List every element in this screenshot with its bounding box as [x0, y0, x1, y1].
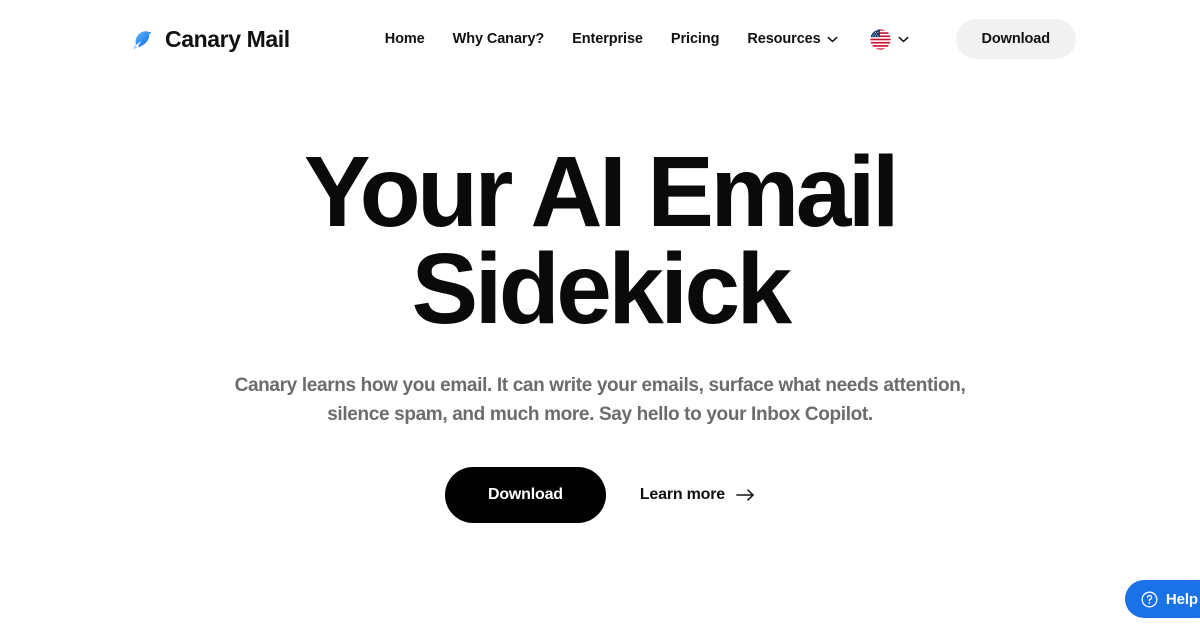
us-flag-icon	[869, 28, 891, 50]
language-selector[interactable]	[869, 28, 909, 50]
hero-actions: Download Learn more	[0, 466, 1200, 523]
nav-item-label: Why Canary?	[452, 31, 545, 47]
header-download-button[interactable]: Download	[955, 19, 1076, 59]
nav-item-pricing[interactable]: Pricing	[670, 31, 720, 47]
hero-subtitle-line-2: silence spam, and much more. Say hello t…	[327, 403, 873, 425]
nav-item-label: Pricing	[670, 31, 720, 47]
site-header: Canary Mail Home Why Canary? Enterprise …	[0, 0, 1200, 78]
nav-item-label: Enterprise	[572, 31, 643, 47]
learn-more-link[interactable]: Learn more	[640, 486, 755, 504]
nav-item-resources[interactable]: Resources	[747, 31, 838, 47]
hero-title-line-2: Sidekick	[411, 233, 792, 345]
brand-logo-link[interactable]: Canary Mail	[128, 26, 290, 53]
nav-item-label: Home	[384, 31, 425, 47]
hero-subtitle-line-1: Canary learns how you email. It can writ…	[234, 375, 966, 396]
hero-title-line-1: Your AI Email	[303, 136, 900, 248]
hero-download-button[interactable]: Download	[445, 466, 606, 523]
question-circle-icon	[1141, 591, 1158, 607]
main-navigation: Home Why Canary? Enterprise Pricing Reso…	[385, 28, 909, 50]
help-button-label: Help	[1165, 590, 1198, 608]
nav-item-label: Resources	[747, 31, 821, 47]
canary-bird-icon	[133, 31, 152, 50]
app-preview-section: Inbox Request for a Raise summarize with…	[0, 520, 1200, 626]
chevron-down-icon	[827, 36, 838, 42]
hero-section: Your AI Email Sidekick Canary learns how…	[0, 78, 1200, 523]
chevron-down-icon	[898, 36, 909, 42]
help-button[interactable]: Help	[1124, 580, 1200, 618]
arrow-right-icon	[736, 489, 754, 501]
nav-item-home[interactable]: Home	[385, 31, 425, 47]
page-title: Your AI Email Sidekick	[250, 142, 950, 339]
brand-name: Canary Mail	[165, 25, 290, 52]
nav-item-enterprise[interactable]: Enterprise	[572, 31, 643, 47]
nav-item-why-canary[interactable]: Why Canary?	[453, 31, 545, 47]
hero-subtitle: Canary learns how you email. It can writ…	[215, 372, 985, 430]
learn-more-label: Learn more	[639, 485, 725, 503]
